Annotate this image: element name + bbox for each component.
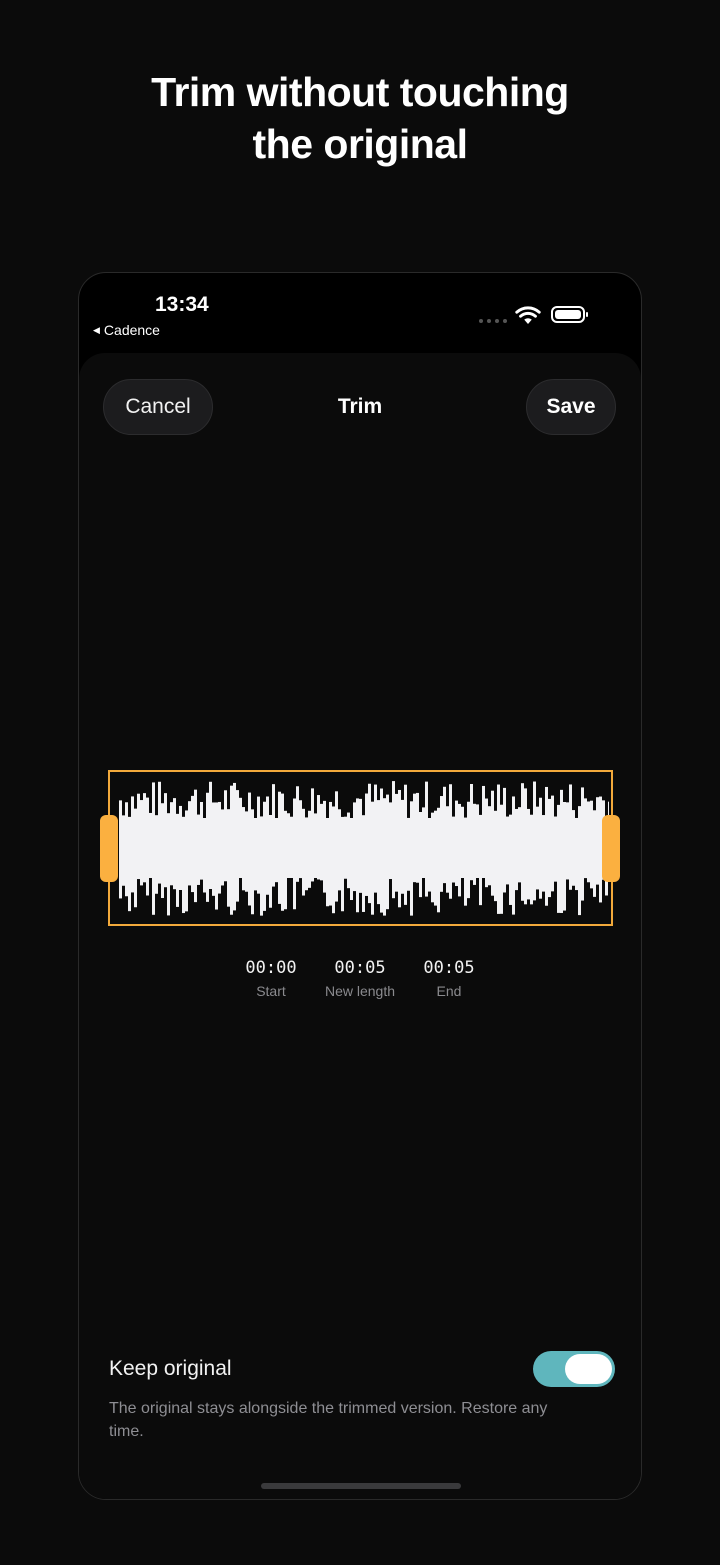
new-length: 00:05 New length (316, 958, 405, 999)
end-time-value: 00:05 (423, 958, 475, 978)
new-length-label: New length (324, 983, 396, 999)
start-time: 00:00 Start (227, 958, 316, 999)
start-time-label: Start (256, 983, 286, 999)
end-time: 00:05 End (405, 958, 494, 999)
back-arrow-icon: ◀ (93, 324, 100, 335)
end-time-label: End (436, 983, 462, 999)
status-bar: 13:34 ◀ Cadence (79, 273, 641, 353)
waveform (119, 781, 609, 916)
trim-times: 00:00 Start 00:05 New length 00:05 End (79, 958, 641, 999)
keep-original-toggle[interactable] (533, 1351, 615, 1387)
headline-line-2: the original (252, 121, 468, 167)
status-time: 13:34 (155, 293, 209, 316)
keep-original-label: Keep original (109, 1357, 232, 1380)
back-to-app-link[interactable]: ◀ Cadence (93, 322, 160, 338)
headline: Trim without touching the original (0, 66, 720, 170)
new-length-value: 00:05 (334, 958, 386, 978)
phone-frame: 13:34 ◀ Cadence Cancel Trim Save 00:00 S… (78, 272, 642, 1500)
trim-end-handle[interactable] (602, 815, 620, 882)
wifi-icon (515, 306, 541, 324)
trim-start-handle[interactable] (100, 815, 118, 882)
back-app-label: Cadence (103, 322, 160, 338)
signal-dots-icon (479, 319, 507, 323)
headline-line-1: Trim without touching (151, 69, 569, 115)
save-button[interactable]: Save (526, 379, 616, 435)
start-time-value: 00:00 (245, 958, 297, 978)
keep-original-description: The original stays alongside the trimmed… (109, 1400, 548, 1440)
trim-sheet: Cancel Trim Save 00:00 Start 00:05 New l… (79, 353, 641, 1499)
home-indicator[interactable] (261, 1483, 461, 1489)
battery-icon (551, 306, 588, 323)
toggle-knob (565, 1354, 612, 1384)
